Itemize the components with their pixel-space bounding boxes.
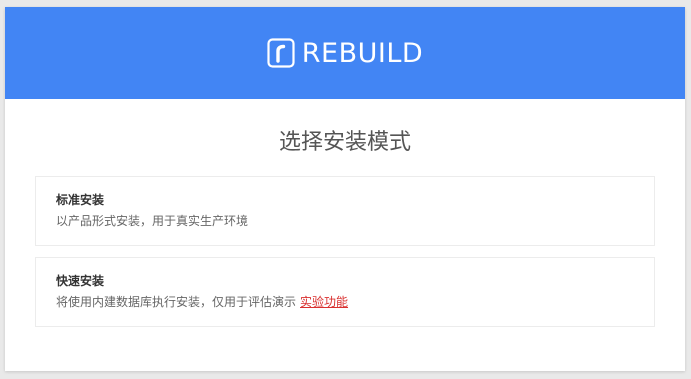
option-title: 标准安装	[56, 193, 105, 207]
page-title: 选择安装模式	[278, 130, 411, 155]
option-description: 以产品形式安装，用于真实生产环境	[56, 214, 249, 228]
option-description: 将使用内建数据库执行安装，仅用于评估演示	[56, 295, 297, 309]
option-quick-install[interactable]: 快速安装 将使用内建数据库执行安装，仅用于评估演示 实验功能	[35, 257, 655, 327]
option-description-row: 将使用内建数据库执行安装，仅用于评估演示 实验功能	[56, 294, 634, 310]
install-options: 标准安装 以产品形式安装，用于真实生产环境 快速安装 将使用内建数据库执行安装，…	[5, 176, 685, 327]
install-card: REBUILD 选择安装模式 标准安装 以产品形式安装，用于真实生产环境 快速安…	[5, 7, 685, 371]
option-standard-install[interactable]: 标准安装 以产品形式安装，用于真实生产环境	[35, 176, 655, 246]
option-title: 快速安装	[56, 274, 105, 288]
brand-name: REBUILD	[301, 37, 424, 69]
brand: REBUILD	[267, 38, 423, 68]
experimental-tag[interactable]: 实验功能	[300, 295, 348, 309]
rebuild-logo-icon	[267, 38, 295, 68]
header-bar: REBUILD	[5, 7, 685, 99]
